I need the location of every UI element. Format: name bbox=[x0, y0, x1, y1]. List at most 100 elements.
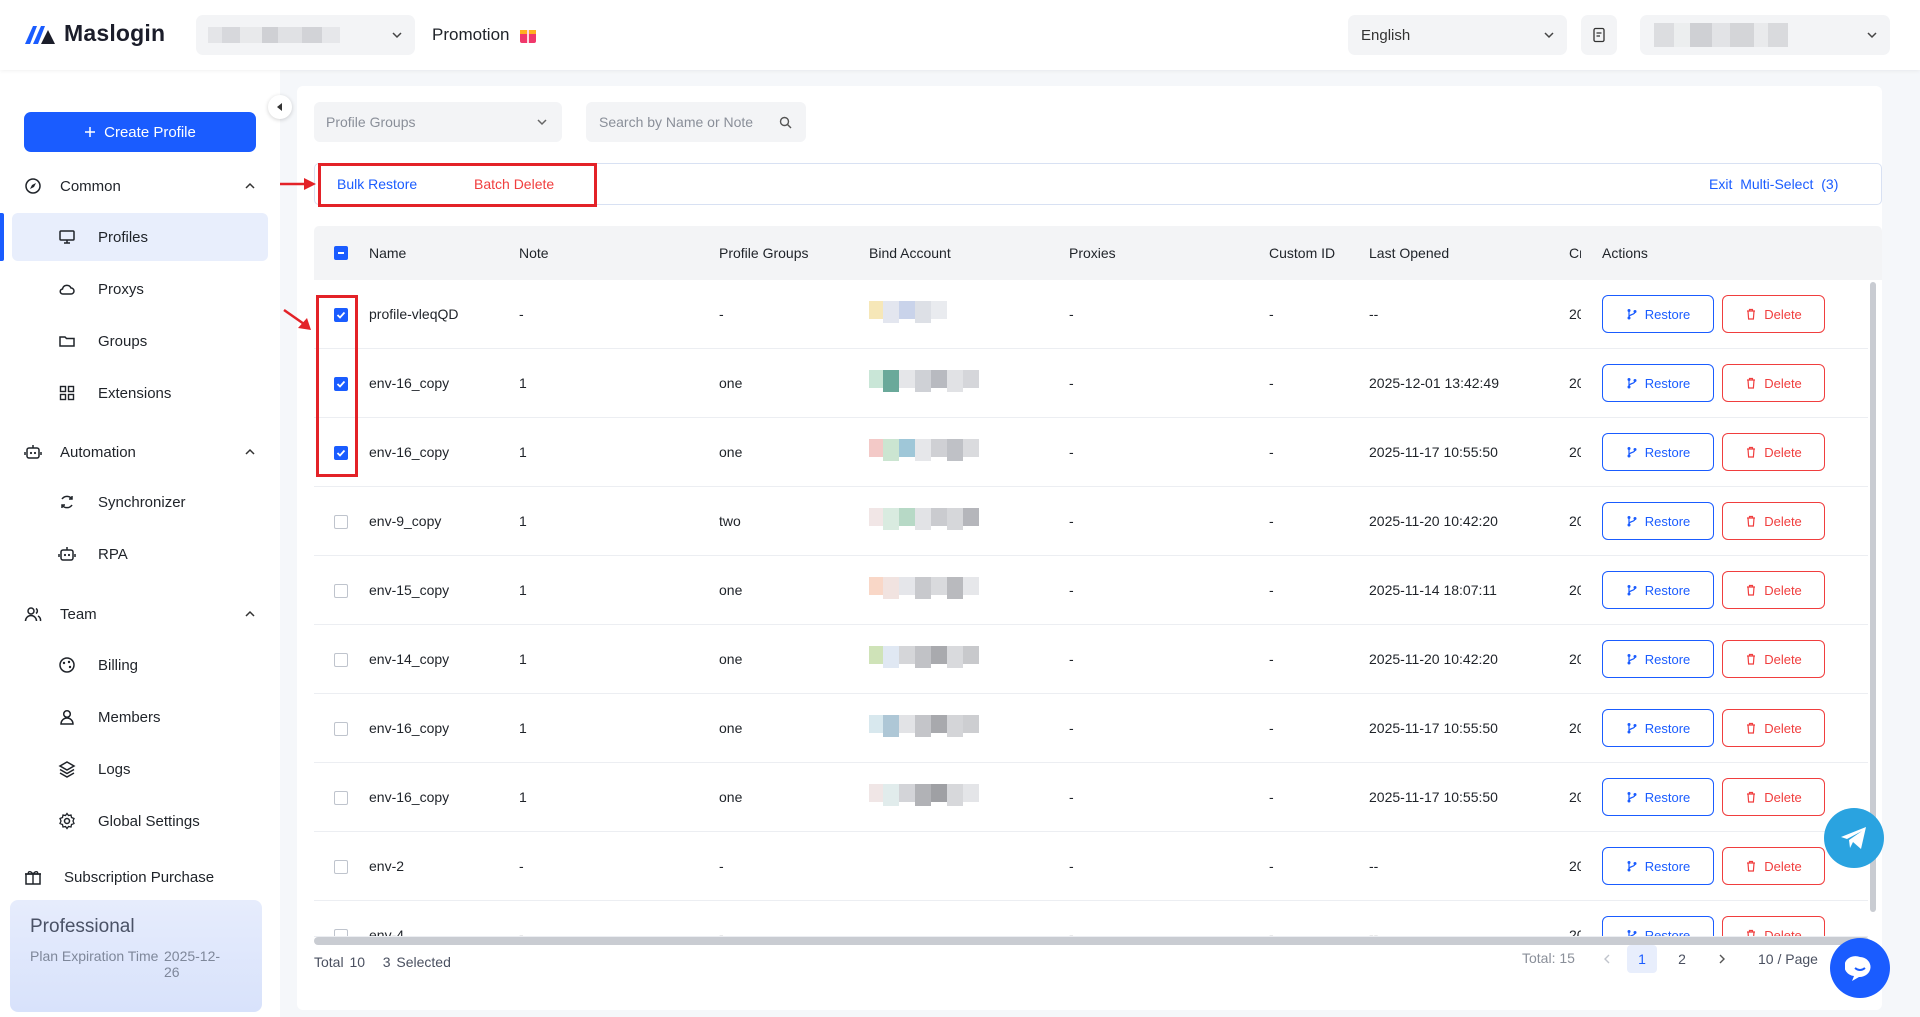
restore-button[interactable]: Restore bbox=[1602, 295, 1714, 333]
restore-button[interactable]: Restore bbox=[1602, 433, 1714, 471]
delete-button[interactable]: Delete bbox=[1722, 433, 1825, 471]
promotion-link[interactable]: Promotion bbox=[432, 25, 537, 45]
exit-multi-select-label: Exit Multi-Select bbox=[1709, 176, 1814, 192]
table-row[interactable]: profile-vleqQD------20RestoreDelete bbox=[314, 280, 1868, 349]
sidebar-item-billing[interactable]: Billing bbox=[12, 641, 268, 689]
table-row[interactable]: env-16_copy 1 one - - 2025-11-17 10:55:50 20 Re… bbox=[314, 418, 1868, 487]
cell-name[interactable]: profile-vleqQD bbox=[369, 306, 458, 322]
delete-button[interactable]: Delete bbox=[1722, 364, 1825, 402]
table-header: Name Note Profile Groups Bind Account Pr… bbox=[314, 226, 1882, 280]
cell-name[interactable]: env-16_copy bbox=[369, 375, 449, 391]
workspace-select[interactable] bbox=[196, 15, 415, 55]
restore-button[interactable]: Restore bbox=[1602, 502, 1714, 540]
row-checkbox[interactable] bbox=[334, 929, 348, 936]
prev-page-button[interactable] bbox=[1592, 945, 1622, 973]
restore-button[interactable]: Restore bbox=[1602, 640, 1714, 678]
chevron-down-icon bbox=[1544, 32, 1554, 39]
restore-button[interactable]: Restore bbox=[1602, 916, 1714, 936]
sidebar-item-rpa[interactable]: RPA bbox=[12, 530, 268, 578]
next-page-button[interactable] bbox=[1707, 945, 1737, 973]
exit-multi-select-button[interactable]: Exit Multi-Select (3) bbox=[1709, 176, 1838, 192]
delete-button[interactable]: Delete bbox=[1722, 778, 1825, 816]
telegram-button[interactable] bbox=[1824, 808, 1884, 868]
restore-button[interactable]: Restore bbox=[1602, 778, 1714, 816]
search-input[interactable]: Search by Name or Note bbox=[586, 102, 806, 142]
table-row[interactable]: env-16_copy 1 one - - 2025-11-17 10:55:50 20 Re… bbox=[314, 694, 1868, 763]
cell-name[interactable]: env-4 bbox=[369, 927, 404, 936]
column-last-opened[interactable]: Last Opened bbox=[1369, 245, 1449, 261]
nav-section-common[interactable]: Common bbox=[24, 177, 256, 195]
cell-name[interactable]: env-9_copy bbox=[369, 513, 441, 529]
delete-button[interactable]: Delete bbox=[1722, 709, 1825, 747]
sidebar-item-extensions[interactable]: Extensions bbox=[12, 369, 268, 417]
trash-icon bbox=[1747, 515, 1756, 527]
table-row[interactable]: env-15_copy 1 one - - 2025-11-14 18:07:11 20 Re… bbox=[314, 556, 1868, 625]
column-bind-account[interactable]: Bind Account bbox=[869, 245, 951, 261]
table-row[interactable]: env-14_copy 1 one - - 2025-11-20 10:42:20 20 Re… bbox=[314, 625, 1868, 694]
table-row[interactable]: env-16_copy 1 one - - 2025-11-17 10:55:50 20 Re… bbox=[314, 763, 1868, 832]
row-checkbox[interactable] bbox=[334, 791, 348, 805]
column-name[interactable]: Name bbox=[369, 245, 406, 261]
select-all-checkbox[interactable] bbox=[334, 246, 348, 260]
row-checkbox[interactable] bbox=[334, 584, 348, 598]
nav-section-team[interactable]: Team bbox=[24, 605, 256, 623]
sidebar-item-proxys[interactable]: Proxys bbox=[12, 265, 268, 313]
table-row[interactable]: env-16_copy 1 one - - 2025-12-01 13:42:49 20 Re… bbox=[314, 349, 1868, 418]
promotion-label: Promotion bbox=[432, 25, 510, 44]
page-size-select[interactable]: 10 / Page bbox=[1748, 945, 1828, 973]
delete-button[interactable]: Delete bbox=[1722, 916, 1825, 937]
sidebar-item-members[interactable]: Members bbox=[12, 693, 268, 741]
sidebar-item-global-settings[interactable]: Global Settings bbox=[12, 797, 268, 845]
delete-button[interactable]: Delete bbox=[1722, 295, 1825, 333]
cell-name[interactable]: env-2 bbox=[369, 858, 404, 874]
sidebar-item-logs[interactable]: Logs bbox=[12, 745, 268, 793]
cell-proxies: - bbox=[1069, 513, 1074, 529]
restore-button[interactable]: Restore bbox=[1602, 847, 1714, 885]
cell-name[interactable]: env-16_copy bbox=[369, 720, 449, 736]
column-note[interactable]: Note bbox=[519, 245, 549, 261]
delete-label: Delete bbox=[1764, 927, 1802, 937]
chat-support-button[interactable] bbox=[1830, 938, 1890, 998]
collapse-sidebar-button[interactable] bbox=[268, 95, 292, 119]
sidebar-item-profiles[interactable]: Profiles bbox=[12, 213, 268, 261]
column-custom-id[interactable]: Custom ID bbox=[1269, 245, 1335, 261]
language-select[interactable]: English bbox=[1348, 15, 1567, 55]
restore-label: Restore bbox=[1644, 720, 1691, 736]
account-select[interactable] bbox=[1640, 15, 1890, 55]
table-row[interactable]: env-4------20RestoreDelete bbox=[314, 901, 1868, 937]
sidebar-item-synchronizer[interactable]: Synchronizer bbox=[12, 478, 268, 526]
cell-name[interactable]: env-16_copy bbox=[369, 789, 449, 805]
cell-name[interactable]: env-14_copy bbox=[369, 651, 449, 667]
subscription-purchase-link[interactable]: Subscription Purchase bbox=[24, 868, 214, 886]
restore-button[interactable]: Restore bbox=[1602, 709, 1714, 747]
page-1-button[interactable]: 1 bbox=[1627, 945, 1657, 973]
sidebar-item-groups[interactable]: Groups bbox=[12, 317, 268, 365]
document-button[interactable] bbox=[1581, 15, 1617, 55]
column-proxies[interactable]: Proxies bbox=[1069, 245, 1116, 261]
table-row[interactable]: env-2------20RestoreDelete bbox=[314, 832, 1868, 901]
horizontal-scrollbar[interactable] bbox=[314, 937, 1869, 945]
delete-button[interactable]: Delete bbox=[1722, 847, 1825, 885]
create-profile-button[interactable]: Create Profile bbox=[24, 112, 256, 152]
profile-groups-select[interactable]: Profile Groups bbox=[314, 102, 562, 142]
table-row[interactable]: env-9_copy 1 two - - 2025-11-20 10:42:20 20 Res… bbox=[314, 487, 1868, 556]
row-checkbox[interactable] bbox=[334, 860, 348, 874]
row-checkbox[interactable] bbox=[334, 515, 348, 529]
column-created[interactable]: Cr bbox=[1569, 245, 1581, 261]
sync-icon bbox=[61, 495, 73, 509]
cell-name[interactable]: env-15_copy bbox=[369, 582, 449, 598]
delete-button[interactable]: Delete bbox=[1722, 640, 1825, 678]
cell-profile-group: two bbox=[719, 513, 741, 529]
page-2-button[interactable]: 2 bbox=[1667, 945, 1697, 973]
restore-button[interactable]: Restore bbox=[1602, 364, 1714, 402]
cell-proxies: - bbox=[1069, 858, 1074, 874]
row-checkbox[interactable] bbox=[334, 722, 348, 736]
cell-name[interactable]: env-16_copy bbox=[369, 444, 449, 460]
delete-button[interactable]: Delete bbox=[1722, 571, 1825, 609]
brand-logo[interactable]: Maslogin bbox=[24, 20, 165, 47]
delete-button[interactable]: Delete bbox=[1722, 502, 1825, 540]
column-profile-groups[interactable]: Profile Groups bbox=[719, 245, 808, 261]
restore-button[interactable]: Restore bbox=[1602, 571, 1714, 609]
nav-section-automation[interactable]: Automation bbox=[24, 443, 256, 461]
row-checkbox[interactable] bbox=[334, 653, 348, 667]
